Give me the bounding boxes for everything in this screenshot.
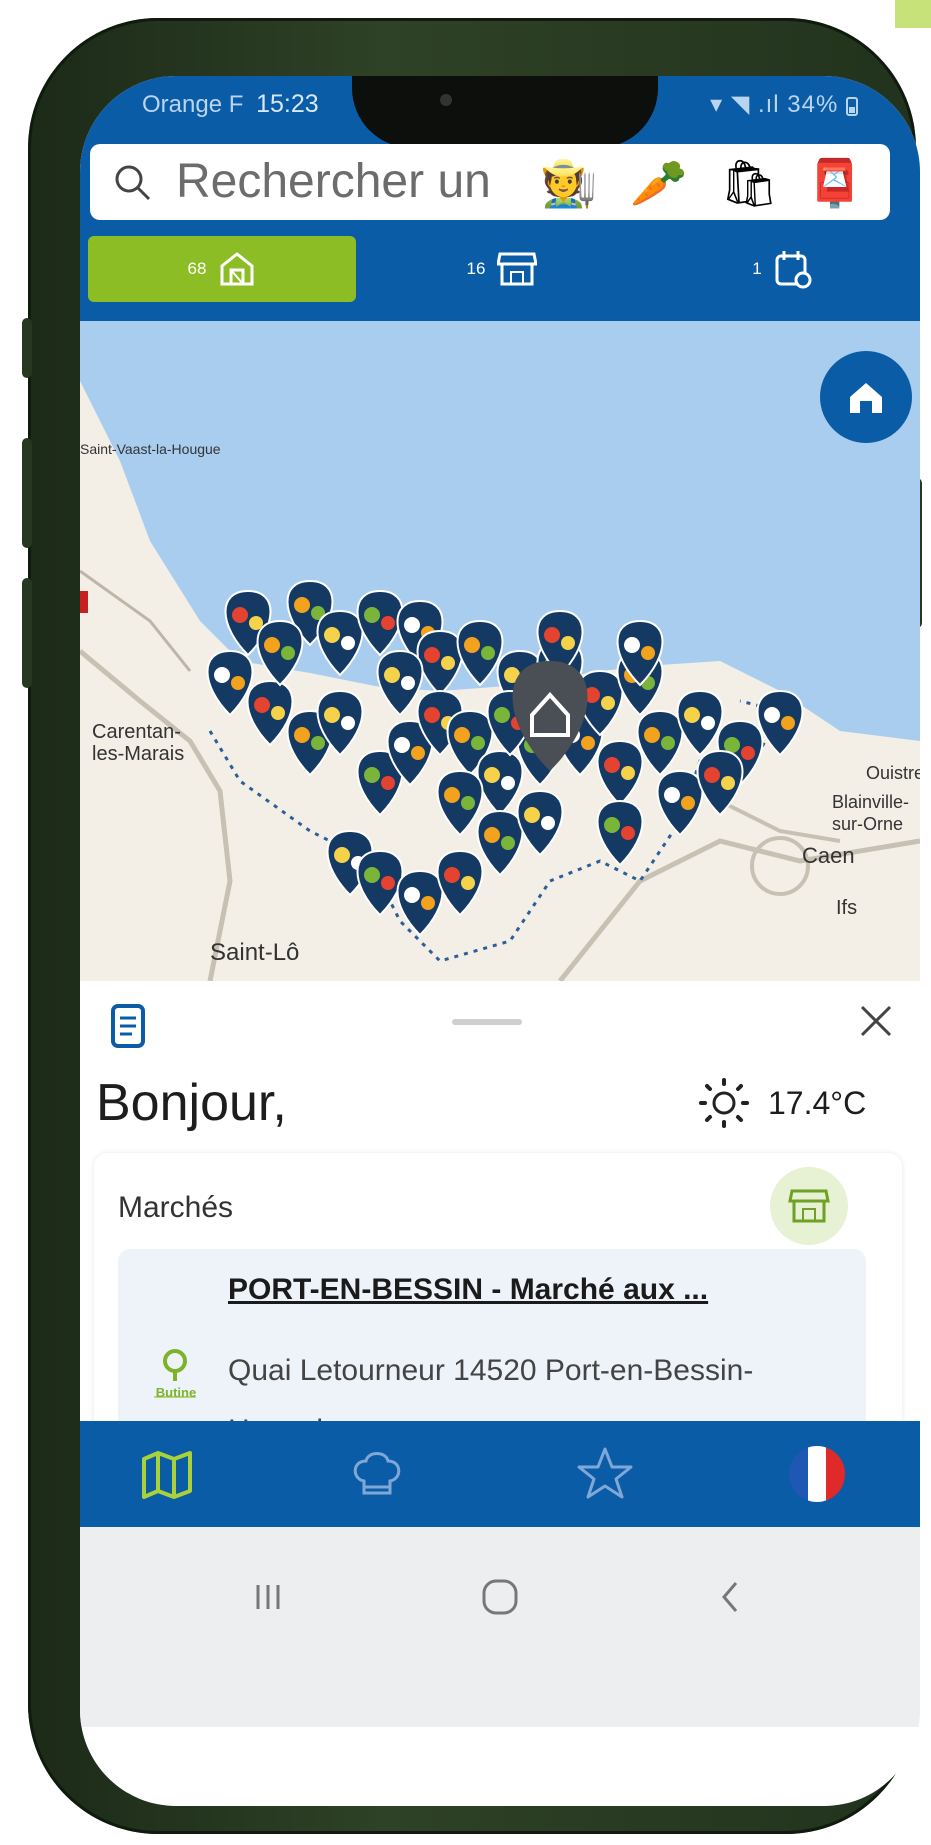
battery-icon (846, 96, 858, 116)
map-pin[interactable] (436, 769, 484, 837)
phone-screen: Orange F 15:23 ▾ ◥ .ıl 34% 🧑‍🌾 🥕 (80, 76, 920, 1806)
map-pin[interactable] (316, 609, 364, 677)
map-label: Saint-Vaast-la-Hougue (80, 441, 221, 457)
status-bar-left: Orange F 15:23 (142, 90, 319, 119)
phone-button (22, 438, 32, 548)
calendar-icon (775, 251, 812, 289)
tab-events[interactable]: 1 (648, 236, 916, 302)
map-pin[interactable] (596, 799, 644, 867)
tab-markets[interactable]: 16 (368, 236, 636, 302)
map-pin[interactable] (596, 739, 644, 807)
map-label: Carentan-les-Marais (92, 721, 185, 765)
market-stall-icon (788, 1189, 830, 1223)
tab-farms[interactable]: 68 (88, 236, 356, 302)
farm-icon (220, 252, 254, 286)
status-indicators: ▾ ◥ .ıl 34% (710, 91, 839, 118)
bottom-navigation (80, 1421, 920, 1527)
map-icon (142, 1451, 192, 1499)
document-icon[interactable] (110, 1003, 146, 1049)
map-label: Ouistreham (866, 763, 920, 783)
home-button[interactable] (820, 351, 912, 443)
market-stall-icon (497, 252, 538, 286)
map-pin[interactable] (656, 769, 704, 837)
camera (440, 94, 452, 106)
market-logo-text: Butine (155, 1385, 197, 1400)
nav-recipes[interactable] (342, 1439, 412, 1509)
shopping-bags-emoji: 🛍 (720, 157, 779, 209)
greeting: Bonjour, (96, 1074, 287, 1132)
map-pins-layer (206, 579, 804, 937)
chef-hat-icon (353, 1452, 401, 1495)
map-label: Blainville-sur-Orne (832, 792, 910, 834)
phone-frame: Orange F 15:23 ▾ ◥ .ıl 34% 🧑‍🌾 🥕 (22, 18, 922, 1834)
map-label: Ifs (836, 897, 858, 919)
map-pin[interactable] (456, 619, 504, 687)
nav-favorites[interactable] (570, 1439, 640, 1509)
farms-count: 68 (187, 259, 207, 278)
map-pin[interactable] (636, 709, 684, 777)
recent-apps-icon[interactable] (238, 1567, 298, 1627)
search-icon (115, 165, 151, 201)
map-pin[interactable] (376, 649, 424, 717)
temperature: 17.4°C (768, 1085, 867, 1121)
mailbox-emoji: 📮 (806, 157, 864, 209)
nav-language[interactable] (782, 1439, 852, 1509)
status-bar-right: ▾ ◥ .ıl 34% (710, 90, 858, 119)
corner-tab (895, 0, 931, 28)
star-icon (577, 1447, 633, 1499)
map-pin[interactable] (676, 689, 724, 757)
map-pin[interactable] (476, 809, 524, 877)
map-pin[interactable] (696, 749, 744, 817)
map-pin[interactable] (756, 689, 804, 757)
map-pin[interactable] (206, 649, 254, 717)
drag-handle[interactable] (452, 1019, 522, 1025)
map-label: Caen (802, 843, 855, 868)
system-navigation (80, 1527, 920, 1727)
search-input[interactable] (174, 152, 558, 210)
map-view[interactable]: Saint-Vaast-la-Hougue Carentan-les-Marai… (80, 321, 920, 981)
app-header: Orange F 15:23 ▾ ◥ .ıl 34% 🧑‍🌾 🥕 (80, 76, 920, 321)
markets-badge[interactable] (770, 1167, 848, 1245)
home-system-icon[interactable] (470, 1567, 530, 1627)
home-icon (850, 383, 882, 413)
search-bar[interactable]: 🧑‍🌾 🥕 🛍 📮 (90, 144, 890, 220)
map-pin[interactable] (516, 789, 564, 857)
map-label: Saint-Lô (210, 939, 300, 966)
back-icon[interactable] (700, 1567, 760, 1627)
events-count: 1 (752, 259, 762, 278)
map-pin[interactable] (476, 749, 524, 817)
map-pin[interactable] (436, 849, 484, 917)
close-icon[interactable] (856, 1001, 896, 1041)
map-pin[interactable] (256, 619, 304, 687)
french-flag-icon (789, 1446, 845, 1502)
markets-title: Marchés (118, 1191, 234, 1224)
carrot-emoji: 🥕 (630, 157, 688, 209)
map-pin[interactable] (356, 849, 404, 917)
farmer-emoji: 🧑‍🌾 (540, 157, 598, 209)
category-counts: 68 16 1 (80, 236, 920, 302)
nav-map[interactable] (132, 1439, 202, 1509)
carrier: Orange F (142, 91, 244, 118)
map-pin[interactable] (416, 629, 464, 697)
map-pin[interactable] (396, 869, 444, 937)
map-pin[interactable] (246, 679, 294, 747)
phone-button (22, 578, 32, 688)
map-pin[interactable] (356, 589, 404, 657)
notch (352, 76, 658, 148)
market-name-link[interactable]: PORT-EN-BESSIN - Marché aux ... (228, 1273, 848, 1307)
clock: 15:23 (256, 90, 319, 118)
markets-count: 16 (466, 259, 486, 278)
sun-icon (699, 1078, 749, 1128)
phone-button (22, 318, 32, 378)
